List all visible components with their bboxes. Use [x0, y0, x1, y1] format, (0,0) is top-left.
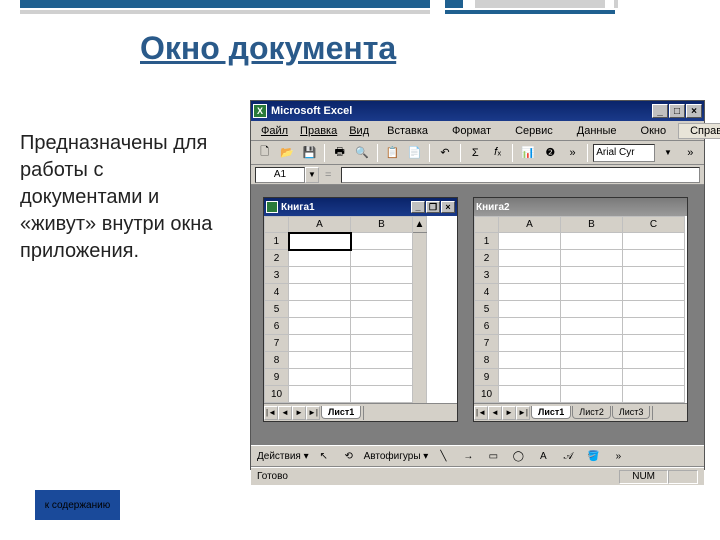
wb1-min-button[interactable]: _ — [411, 201, 425, 213]
sum-icon[interactable]: Σ — [466, 143, 485, 163]
vscroll[interactable] — [413, 233, 427, 404]
decoration — [475, 0, 605, 8]
sheet-tab[interactable]: Лист1 — [531, 406, 571, 419]
tab-prev-icon[interactable]: ◄ — [278, 406, 292, 420]
workbook1-title: Книга1 — [281, 202, 315, 213]
new-icon[interactable]: 🗋 — [255, 143, 274, 163]
hscroll[interactable] — [363, 406, 457, 420]
rect-icon[interactable]: ▭ — [483, 446, 503, 466]
menu-insert[interactable]: Вставка — [375, 123, 440, 139]
pointer-icon[interactable]: ↖ — [314, 446, 334, 466]
oval-icon[interactable]: ◯ — [508, 446, 528, 466]
menu-window[interactable]: Окно — [629, 123, 679, 139]
help-icon[interactable]: ❷ — [541, 143, 560, 163]
slide-title: Окно документа — [140, 30, 396, 67]
workbook1-titlebar: Книга1 _ ❐ × — [264, 198, 457, 216]
status-empty — [668, 470, 698, 484]
fx-icon[interactable]: 𝑓ₓ — [488, 143, 507, 163]
print-icon[interactable]: 🖶 — [330, 143, 349, 163]
nav-to-contents-button[interactable]: к содержанию — [35, 490, 120, 520]
decoration — [20, 0, 430, 8]
tab-last-icon[interactable]: ►| — [516, 406, 530, 420]
menu-help[interactable]: Справка — [678, 123, 720, 139]
undo-icon[interactable]: ↶ — [435, 143, 454, 163]
chart-icon[interactable]: 📊 — [518, 143, 537, 163]
menu-bar: Файл Правка Вид Вставка Формат Сервис Да… — [251, 121, 704, 141]
overflow-icon[interactable]: » — [563, 143, 582, 163]
workbook2-grid[interactable]: ABC 1 2 3 4 5 6 7 8 9 10 11 — [474, 216, 685, 403]
menu-tools[interactable]: Сервис — [503, 123, 565, 139]
tab-next-icon[interactable]: ► — [502, 406, 516, 420]
preview-icon[interactable]: 🔍 — [352, 143, 371, 163]
workbook2-titlebar: Книга2 — [474, 198, 687, 216]
title-bar: X Microsoft Excel _ □ × — [251, 101, 704, 121]
excel-icon: X — [253, 104, 267, 118]
workbook2-sheet-tabs: |◄ ◄ ► ►| Лист1 Лист2 Лист3 — [474, 403, 687, 421]
wb1-close-button[interactable]: × — [441, 201, 455, 213]
paste-icon[interactable]: 📄 — [405, 143, 424, 163]
tab-prev-icon[interactable]: ◄ — [488, 406, 502, 420]
font-dropdown-icon[interactable]: ▼ — [658, 143, 677, 163]
overflow3-icon[interactable]: » — [608, 446, 628, 466]
wordart-icon[interactable]: 𝒜 — [558, 446, 578, 466]
actions-menu[interactable]: Действия ▾ — [257, 451, 309, 462]
workbook-icon — [266, 201, 278, 213]
font-selector[interactable]: Arial Cyr — [593, 144, 655, 162]
copy-icon[interactable]: 📋 — [383, 143, 402, 163]
tab-last-icon[interactable]: ►| — [306, 406, 320, 420]
sheet-tab[interactable]: Лист3 — [612, 406, 651, 419]
open-icon[interactable]: 📂 — [277, 143, 296, 163]
fill-icon[interactable]: 🪣 — [583, 446, 603, 466]
workbook-window-1: Книга1 _ ❐ × AB▲ 1 2 3 4 5 6 7 8 9 — [263, 197, 458, 422]
close-button[interactable]: × — [686, 104, 702, 118]
formula-input[interactable] — [341, 167, 700, 183]
status-ready: Готово — [257, 471, 288, 482]
decoration — [445, 10, 615, 14]
decoration — [445, 0, 463, 8]
drawing-toolbar: Действия ▾ ↖ ⟲ Автофигуры ▾ ╲ → ▭ ◯ A 𝒜 … — [251, 445, 704, 467]
sheet-tab[interactable]: Лист1 — [321, 406, 361, 419]
formula-bar: A1 ▼ = — [251, 165, 704, 185]
status-num: NUM — [619, 470, 668, 484]
arrow-icon[interactable]: → — [458, 446, 478, 466]
workbook1-sheet-tabs: |◄ ◄ ► ►| Лист1 — [264, 403, 457, 421]
tab-first-icon[interactable]: |◄ — [264, 406, 278, 420]
app-title: Microsoft Excel — [271, 105, 352, 117]
workbook2-title: Книга2 — [476, 202, 510, 213]
sheet-tab[interactable]: Лист2 — [572, 406, 611, 419]
status-bar: Готово NUM — [251, 467, 704, 485]
menu-edit[interactable]: Правка — [294, 123, 343, 139]
formula-eq: = — [325, 169, 331, 181]
slide-body: Предназначены для работы с документами и… — [20, 130, 230, 265]
decoration — [20, 10, 430, 14]
wb1-restore-button[interactable]: ❐ — [426, 201, 440, 213]
autoshapes-menu[interactable]: Автофигуры ▾ — [364, 451, 429, 462]
overflow2-icon[interactable]: » — [681, 143, 700, 163]
menu-format[interactable]: Формат — [440, 123, 503, 139]
line-icon[interactable]: ╲ — [433, 446, 453, 466]
menu-view[interactable]: Вид — [343, 123, 375, 139]
decoration — [614, 0, 618, 8]
save-icon[interactable]: 💾 — [300, 143, 319, 163]
excel-app-window: X Microsoft Excel _ □ × Файл Правка Вид … — [250, 100, 705, 470]
menu-file[interactable]: Файл — [255, 123, 294, 139]
name-box[interactable]: A1 — [255, 167, 305, 183]
tab-first-icon[interactable]: |◄ — [474, 406, 488, 420]
menu-data[interactable]: Данные — [565, 123, 629, 139]
hscroll[interactable] — [652, 406, 687, 420]
rotate-icon[interactable]: ⟲ — [339, 446, 359, 466]
scroll-up-icon[interactable]: ▲ — [413, 217, 427, 233]
workbook1-grid[interactable]: AB▲ 1 2 3 4 5 6 7 8 9 10 11 — [264, 216, 427, 403]
standard-toolbar: 🗋 📂 💾 🖶 🔍 📋 📄 ↶ Σ 𝑓ₓ 📊 ❷ » Arial Cyr ▼ » — [251, 141, 704, 165]
name-box-dropdown[interactable]: ▼ — [305, 167, 319, 183]
text-icon[interactable]: A — [533, 446, 553, 466]
cell-a1[interactable] — [289, 233, 351, 250]
tab-next-icon[interactable]: ► — [292, 406, 306, 420]
workbook-window-2: Книга2 ABC 1 2 3 4 5 6 7 8 9 10 11 — [473, 197, 688, 422]
maximize-button[interactable]: □ — [669, 104, 685, 118]
mdi-area: Книга1 _ ❐ × AB▲ 1 2 3 4 5 6 7 8 9 — [251, 185, 704, 445]
minimize-button[interactable]: _ — [652, 104, 668, 118]
